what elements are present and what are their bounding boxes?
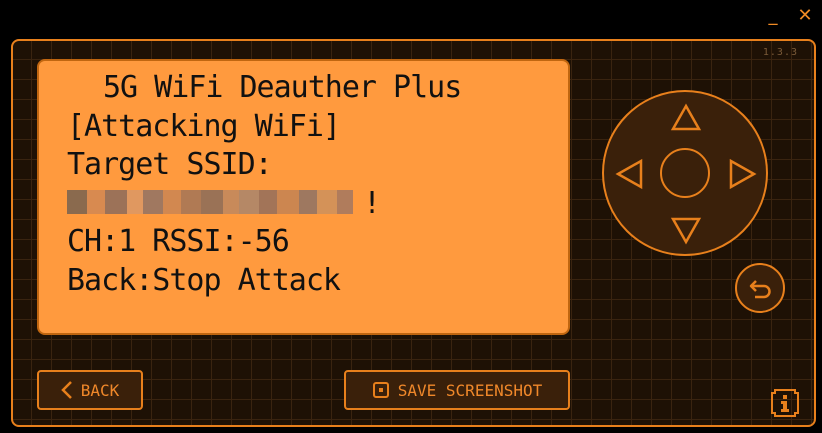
device-frame: 1.3.3 5G WiFi Deauther Plus [Attacking W…	[11, 39, 816, 427]
save-screenshot-button[interactable]: SAVE SCREENSHOT	[344, 370, 570, 410]
target-ssid-label: Target SSID:	[67, 147, 273, 182]
return-arrow-icon	[749, 280, 771, 299]
screenshot-icon	[372, 382, 389, 398]
channel-rssi: CH:1 RSSI:-56	[67, 224, 290, 259]
info-icon[interactable]	[769, 387, 801, 419]
screen-title: 5G WiFi Deauther Plus	[103, 70, 462, 105]
display-screen: 5G WiFi Deauther Plus [Attacking WiFi] T…	[37, 59, 570, 335]
dpad	[602, 90, 768, 256]
app-window: _ ✕ 1.3.3 5G WiFi Deauther Plus [Attacki…	[0, 0, 822, 433]
ssid-tail-char: !	[363, 185, 381, 221]
triangle-left-icon[interactable]	[614, 158, 646, 190]
back-button-label: BACK	[80, 380, 120, 400]
triangle-right-icon[interactable]	[726, 158, 758, 190]
triangle-down-icon[interactable]	[670, 214, 702, 246]
chevron-left-icon	[60, 381, 72, 399]
close-button[interactable]: ✕	[796, 6, 814, 26]
screen-status: [Attacking WiFi]	[67, 108, 341, 144]
minimize-button[interactable]: _	[764, 6, 782, 26]
ssid-pixelated-redaction	[67, 190, 353, 214]
back-hint: Back:Stop Attack	[67, 262, 341, 298]
version-label: 1.3.3	[762, 47, 798, 58]
dpad-center-button[interactable]	[660, 148, 710, 198]
back-button[interactable]: BACK	[37, 370, 143, 410]
save-screenshot-label: SAVE SCREENSHOT	[397, 380, 543, 400]
window-controls: _ ✕	[764, 6, 814, 26]
target-ssid-value: !	[67, 185, 540, 224]
return-button[interactable]	[735, 263, 785, 313]
triangle-up-icon[interactable]	[670, 102, 702, 134]
